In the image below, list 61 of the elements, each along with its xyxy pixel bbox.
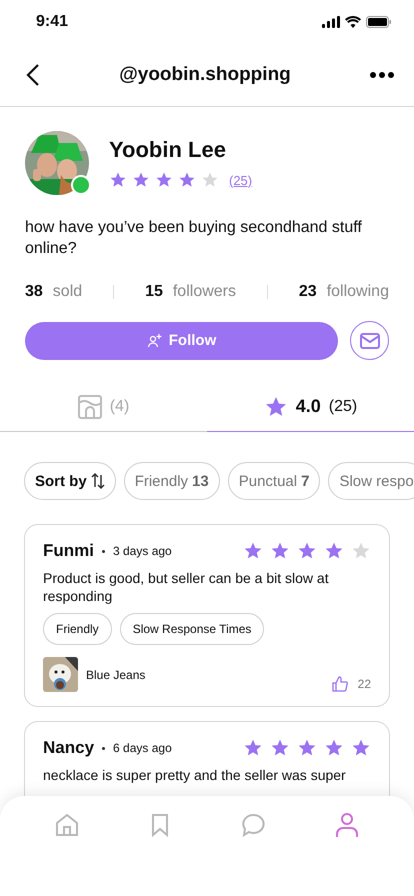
status-time: 9:41 [36,13,68,31]
profile-name: Yoobin Lee [109,137,227,163]
review-time: 3 days ago [113,544,172,558]
stat-value: 38 [25,283,43,301]
filter-chip[interactable]: Slow respo [328,462,414,500]
back-icon[interactable] [26,64,40,86]
star-icon [270,541,290,561]
like-count: 22 [358,677,371,691]
reviewer-name: Funmi [43,541,94,561]
storefront-icon [78,394,102,418]
signal-icon [322,16,340,28]
mail-icon [360,332,380,348]
home-icon [54,812,80,838]
header-title: @yoobin.shopping [119,64,291,86]
star-icon [351,738,371,758]
message-button[interactable] [350,321,389,360]
stat-value: 23 [298,283,317,301]
review-tag: Slow Response Times [120,613,264,645]
stat-label: following [326,283,389,301]
tab[interactable]: 4.0 (25) [207,382,414,432]
star-icon [297,738,317,758]
star-icon [155,171,173,189]
stat-label: sold [52,283,82,301]
star-icon [264,394,288,418]
star-icon [109,171,127,189]
profile-icon [335,812,360,838]
star-icon [243,738,263,758]
tab-count: (4) [110,398,130,416]
follow-button[interactable]: Follow [25,322,338,360]
star-icon [270,738,290,758]
profile-bio: how have you’ve been buying secondhand stuff online? [25,218,363,259]
review-time: 6 days ago [113,741,172,755]
reviewer-name: Nancy [43,738,94,758]
chat-icon [240,812,267,838]
wifi-icon [345,16,361,28]
stat-value: 15 [145,283,163,301]
star-icon [178,171,196,189]
tab-count: (25) [328,398,358,416]
thumbs-up-icon[interactable] [332,676,348,692]
battery-icon [366,16,392,28]
add-user-icon [146,332,163,348]
review-tag: Friendly [43,613,112,645]
star-icon [201,171,219,189]
filter-chip[interactable]: Friendly 13 [124,462,220,500]
review-text: Product is good, but seller can be a bit slow at responding [43,569,330,605]
more-icon[interactable] [370,72,394,78]
sort-button[interactable]: Sort by [24,462,116,500]
product-name: Blue Jeans [86,668,146,682]
review-text: necklace is super pretty and the seller was super [43,766,347,784]
bookmark-icon [150,813,170,837]
star-icon [324,738,344,758]
star-icon [324,541,344,561]
sort-icon [90,472,105,490]
star-icon [243,541,263,561]
filter-chip[interactable]: Punctual 7 [228,462,320,500]
star-icon [297,541,317,561]
star-icon [351,541,371,561]
review-count-link[interactable]: (25) [229,172,252,188]
star-icon [132,171,150,189]
rating-value: 4.0 [296,396,321,417]
stat-label: followers [172,283,236,301]
